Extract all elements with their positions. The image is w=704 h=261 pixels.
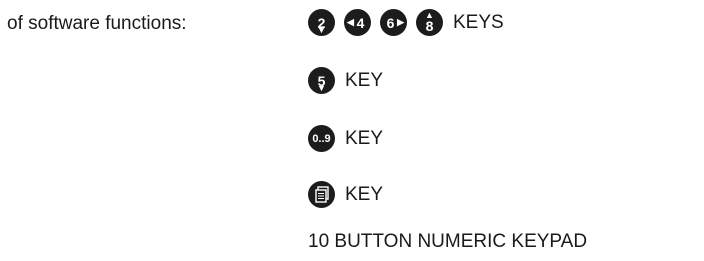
page-key-label: KEY [345, 183, 384, 205]
keypad-label: 10 BUTTON NUMERIC KEYPAD [308, 231, 588, 252]
number-keys-label: KEY [345, 127, 384, 149]
key-8-up-icon: ▲ 8 [416, 9, 443, 36]
key-5-row: 5 ▼ KEY [308, 67, 383, 94]
page-key-row: KEY [308, 181, 383, 208]
key-6-right-icon: 6 ▶ [380, 9, 407, 36]
key-5-label: KEY [345, 69, 384, 91]
intro-text: of software functions: [7, 13, 187, 34]
page-icon [308, 181, 335, 208]
key-4-left-icon: ◀ 4 [344, 9, 371, 36]
key-0-9-icon: 0..9 [308, 125, 335, 152]
arrow-keys-row: 2 ▼ ◀ 4 6 ▶ ▲ 8 KEYS [308, 9, 504, 36]
number-keys-row: 0..9 KEY [308, 125, 383, 152]
key-2-down-icon: 2 ▼ [308, 9, 335, 36]
keypad-row: 10 BUTTON NUMERIC KEYPAD [308, 231, 587, 253]
keys-label: KEYS [453, 11, 504, 33]
key-5-select-icon: 5 ▼ [308, 67, 335, 94]
